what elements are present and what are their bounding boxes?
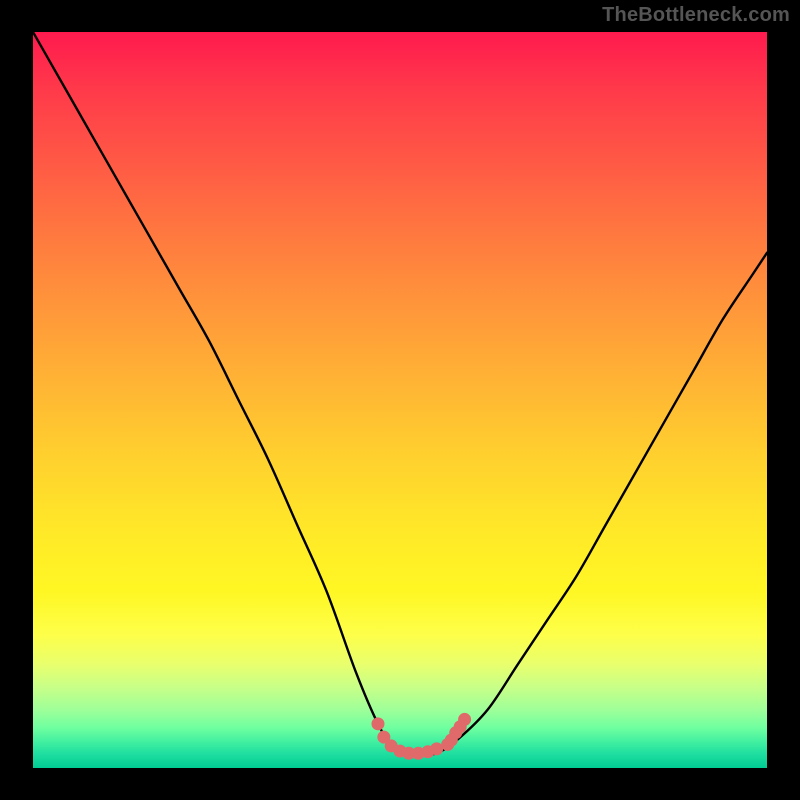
plot-frame [33,32,767,768]
curve-marker [371,717,384,730]
curve-markers [33,32,767,768]
curve-marker [458,713,471,726]
watermark-text: TheBottleneck.com [602,4,790,27]
chart-stage: TheBottleneck.com [0,0,800,800]
